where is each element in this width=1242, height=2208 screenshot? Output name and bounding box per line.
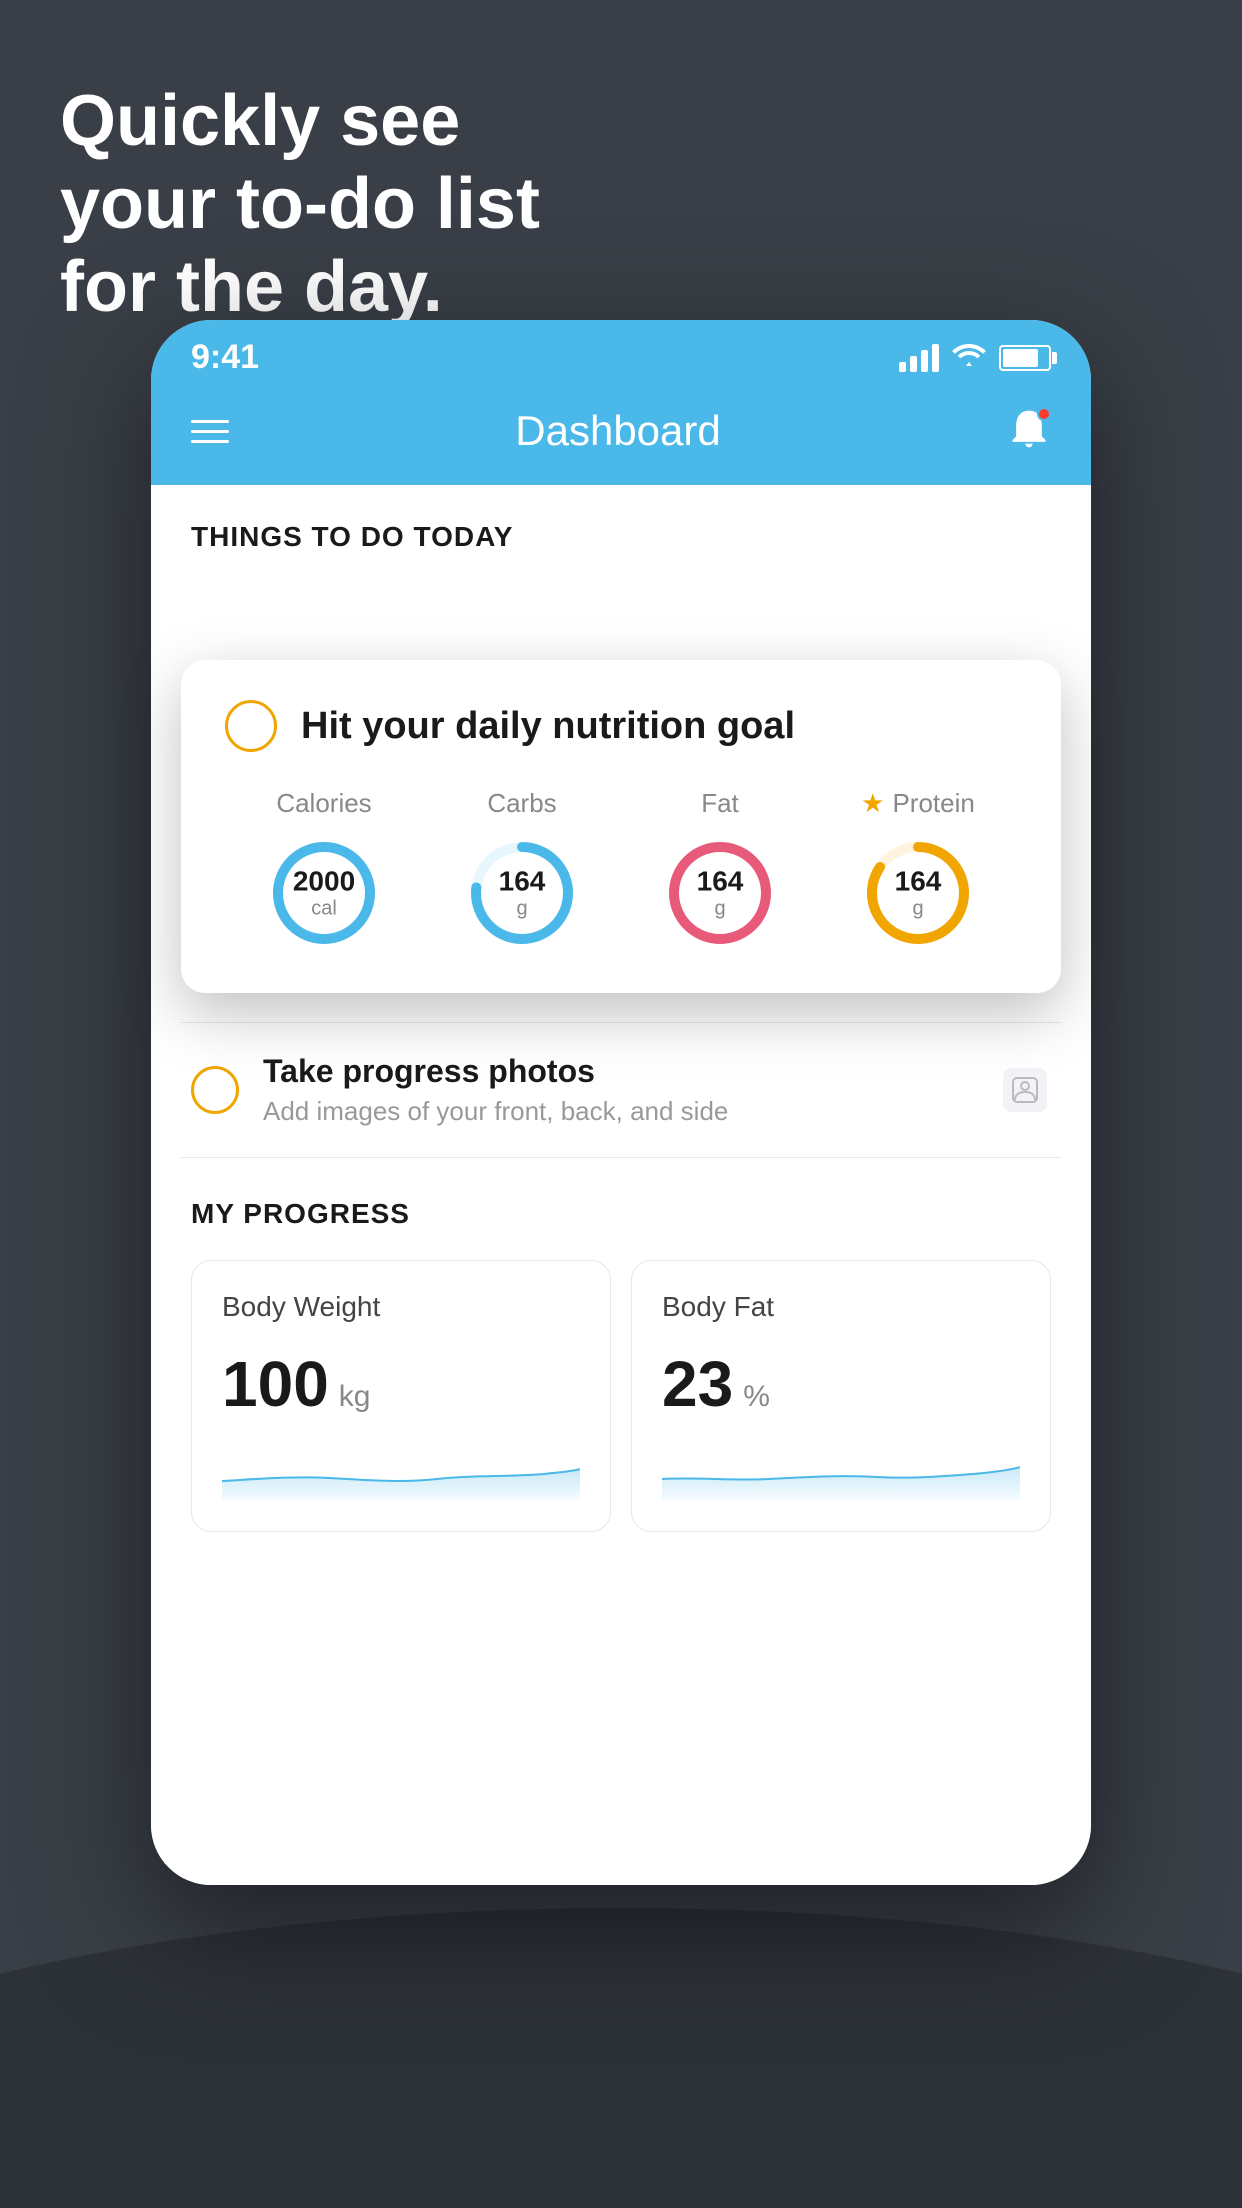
protein-value: 164 xyxy=(895,867,942,898)
nutrition-card-title-row: Hit your daily nutrition goal xyxy=(225,700,1017,752)
wifi-icon xyxy=(951,340,987,375)
body-fat-unit: % xyxy=(743,1380,770,1414)
body-weight-card[interactable]: Body Weight 100 kg xyxy=(191,1260,611,1532)
todo-item-photos[interactable]: Take progress photos Add images of your … xyxy=(181,1023,1061,1158)
protein-donut-label: 164 g xyxy=(895,867,942,920)
nutrition-card: Hit your daily nutrition goal Calories 2… xyxy=(181,660,1061,993)
nutrition-items-row: Calories 2000 cal Carbs xyxy=(225,788,1017,953)
body-weight-unit: kg xyxy=(339,1380,371,1414)
signal-bar-2 xyxy=(910,356,917,372)
signal-bar-4 xyxy=(932,344,939,372)
progress-section: MY PROGRESS Body Weight 100 kg xyxy=(151,1158,1091,1552)
nutrition-card-title: Hit your daily nutrition goal xyxy=(301,705,795,748)
todo-subtitle-photos: Add images of your front, back, and side xyxy=(263,1096,999,1127)
phone-frame: 9:41 Da xyxy=(151,320,1091,1885)
nutrition-goal-check[interactable] xyxy=(225,700,277,752)
todo-text-photos: Take progress photos Add images of your … xyxy=(263,1053,999,1127)
fat-label: Fat xyxy=(701,788,739,819)
status-bar: 9:41 xyxy=(151,320,1091,387)
hero-line2: your to-do list xyxy=(60,163,540,246)
hamburger-line-3 xyxy=(191,440,229,443)
signal-bars-icon xyxy=(899,344,939,372)
nutrition-item-calories: Calories 2000 cal xyxy=(264,788,384,953)
things-section-header: THINGS TO DO TODAY xyxy=(151,485,1091,573)
nutrition-item-carbs: Carbs 164 g xyxy=(462,788,582,953)
fat-donut-label: 164 g xyxy=(697,867,744,920)
hero-text: Quickly see your to-do list for the day. xyxy=(60,80,540,328)
protein-label: ★ Protein xyxy=(861,788,975,819)
nutrition-item-fat: Fat 164 g xyxy=(660,788,780,953)
protein-unit: g xyxy=(895,897,942,919)
carbs-unit: g xyxy=(499,897,546,919)
carbs-donut-label: 164 g xyxy=(499,867,546,920)
signal-bar-3 xyxy=(921,350,928,372)
hamburger-line-1 xyxy=(191,420,229,423)
body-fat-value-row: 23 % xyxy=(662,1347,1020,1421)
progress-section-header: MY PROGRESS xyxy=(191,1198,1051,1230)
hero-line3: for the day. xyxy=(60,246,540,329)
calories-value: 2000 xyxy=(293,867,355,898)
body-weight-title: Body Weight xyxy=(222,1291,580,1323)
hamburger-menu-button[interactable] xyxy=(191,420,229,443)
body-fat-card[interactable]: Body Fat 23 % xyxy=(631,1260,1051,1532)
protein-donut: 164 g xyxy=(858,833,978,953)
body-fat-title: Body Fat xyxy=(662,1291,1020,1323)
notification-bell-button[interactable] xyxy=(1007,407,1051,455)
calories-label: Calories xyxy=(276,788,371,819)
calories-donut: 2000 cal xyxy=(264,833,384,953)
nutrition-item-protein: ★ Protein 164 g xyxy=(858,788,978,953)
battery-icon xyxy=(999,345,1051,371)
todo-title-photos: Take progress photos xyxy=(263,1053,999,1090)
body-weight-chart xyxy=(222,1441,580,1501)
hamburger-line-2 xyxy=(191,430,229,433)
carbs-value: 164 xyxy=(499,867,546,898)
status-time: 9:41 xyxy=(191,338,259,377)
carbs-label: Carbs xyxy=(487,788,556,819)
fat-donut: 164 g xyxy=(660,833,780,953)
carbs-donut: 164 g xyxy=(462,833,582,953)
progress-cards-container: Body Weight 100 kg xyxy=(191,1260,1051,1532)
protein-label-text: Protein xyxy=(892,788,974,819)
body-fat-value: 23 xyxy=(662,1347,733,1421)
app-header: Dashboard xyxy=(151,387,1091,485)
protein-star-icon: ★ xyxy=(861,788,884,819)
body-weight-value: 100 xyxy=(222,1347,329,1421)
body-fat-chart xyxy=(662,1441,1020,1501)
fat-unit: g xyxy=(697,897,744,919)
header-title: Dashboard xyxy=(515,407,720,455)
hero-line1: Quickly see xyxy=(60,80,540,163)
signal-bar-1 xyxy=(899,362,906,372)
battery-fill xyxy=(1003,349,1038,367)
calories-unit: cal xyxy=(293,897,355,919)
status-icons xyxy=(899,340,1051,375)
body-weight-value-row: 100 kg xyxy=(222,1347,580,1421)
todo-check-photos[interactable] xyxy=(191,1066,239,1114)
fat-value: 164 xyxy=(697,867,744,898)
calories-donut-label: 2000 cal xyxy=(293,867,355,920)
person-icon xyxy=(999,1064,1051,1116)
notification-dot xyxy=(1037,407,1051,421)
